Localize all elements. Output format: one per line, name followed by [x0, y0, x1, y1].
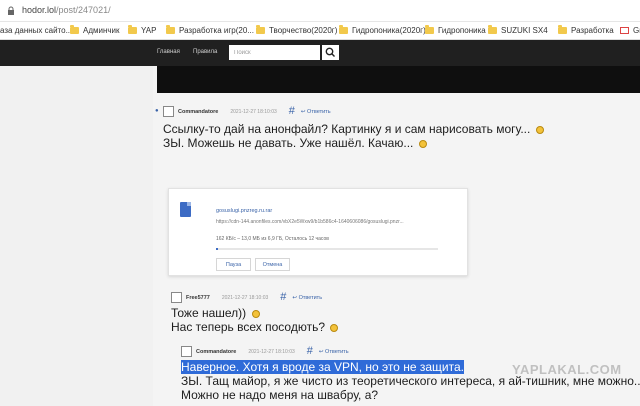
- bookmark-item[interactable]: Разработка игр(20...: [166, 25, 254, 35]
- lock-icon: [8, 6, 14, 15]
- search-input[interactable]: [229, 45, 320, 60]
- bookmark-item[interactable]: Gm: [620, 26, 640, 35]
- permalink-hash[interactable]: #: [307, 346, 313, 357]
- cancel-button[interactable]: Отмена: [255, 258, 290, 271]
- folder-icon: [256, 25, 265, 34]
- reply-link[interactable]: Ответить: [292, 295, 323, 301]
- avatar[interactable]: [181, 346, 192, 357]
- url-text: hodor.lol/post/247021/: [22, 5, 111, 15]
- comment-date: 2021-12-27 18:10:03: [221, 294, 269, 301]
- address-bar[interactable]: hodor.lol/post/247021/: [0, 0, 640, 22]
- folder-icon: [128, 25, 137, 34]
- smile-icon: [330, 323, 339, 332]
- folder-icon: [166, 25, 175, 34]
- avatar[interactable]: [171, 292, 182, 303]
- comment-text: Тоже нашел)): [171, 306, 260, 321]
- reply-link[interactable]: Ответить: [301, 109, 331, 115]
- comment-header: Commandatore 2021-12-27 18:10:03 # Ответ…: [181, 346, 349, 357]
- comment-text: Наверное. Хотя я вроде за VPN, но это не…: [181, 360, 464, 375]
- download-progress-fill: [216, 248, 219, 250]
- bookmark-item[interactable]: Творчество(2020г): [256, 25, 337, 35]
- bookmark-item[interactable]: Гидропоника: [425, 25, 486, 35]
- folder-icon: [339, 25, 348, 34]
- file-icon: [180, 202, 191, 217]
- bookmark-item[interactable]: Разработка: [558, 25, 614, 35]
- download-url: https://cdn-144.anonfiles.com/vbX2e5Wxw9…: [216, 219, 404, 225]
- bookmark-item[interactable]: Админчик: [70, 25, 120, 35]
- download-filename[interactable]: gosuslugi.pnzreg.ru.rar: [216, 208, 272, 214]
- nav-rules-link[interactable]: Правила: [193, 49, 217, 55]
- comment-date: 2021-12-27 18:10:03: [230, 108, 277, 115]
- bookmarks-bar: аза данных сайто... Админчик YAP Разрабо…: [0, 22, 640, 40]
- comment-text: ЗЫ. Можешь не давать. Уже нашёл. Качаю..…: [163, 136, 427, 151]
- comment-author[interactable]: Free5777: [186, 295, 210, 301]
- nav-home-link[interactable]: Главная: [157, 49, 180, 55]
- avatar[interactable]: [163, 106, 174, 117]
- comment-author[interactable]: Commandatore: [178, 109, 218, 115]
- bookmark-item[interactable]: SUZUKI SX4: [488, 25, 548, 35]
- smile-icon: [251, 309, 260, 318]
- comment-date: 2021-12-27 18:10:03: [248, 348, 295, 355]
- site-header: Главная Правила: [0, 40, 640, 66]
- permalink-hash[interactable]: #: [280, 292, 286, 303]
- comment-author[interactable]: Commandatore: [196, 349, 236, 355]
- gmail-icon: [620, 27, 629, 34]
- folder-icon: [425, 25, 434, 34]
- pause-button[interactable]: Пауза: [216, 258, 251, 271]
- search-icon: [325, 47, 335, 57]
- folder-icon: [70, 25, 79, 34]
- folder-icon: [488, 25, 497, 34]
- watermark: YAPLAKAL.COM: [512, 362, 622, 377]
- smile-icon: [535, 125, 544, 134]
- bookmark-item[interactable]: Гидропоника(2020г): [339, 25, 426, 35]
- comment-header: Free5777 2021-12-27 18:10:03 # Ответить: [171, 292, 322, 303]
- folder-icon: [558, 25, 567, 34]
- selected-text: Наверное. Хотя я вроде за VPN, но это не…: [181, 360, 464, 374]
- comment-text: Можно не надо меня на швабру, а?: [181, 388, 379, 402]
- bookmark-item[interactable]: YAP: [128, 25, 156, 35]
- permalink-hash[interactable]: #: [289, 106, 295, 117]
- image-bottom: [157, 66, 640, 93]
- download-status: 162 КБ/с – 13,0 МБ из 6,9 ГБ, Осталось 1…: [216, 236, 329, 242]
- comment-text: Нас теперь всех посодють?: [171, 320, 339, 335]
- search-button[interactable]: [322, 45, 339, 60]
- bookmark-item[interactable]: аза данных сайто...: [0, 26, 72, 35]
- reply-link[interactable]: Ответить: [319, 349, 349, 355]
- download-progress-bar: [216, 248, 438, 250]
- smile-icon: [418, 139, 427, 148]
- collapse-marker[interactable]: ●: [155, 108, 159, 114]
- comment-text: Ссылку-то дай на анонфайл? Картинку я и …: [163, 122, 544, 137]
- download-card: gosuslugi.pnzreg.ru.rar https://cdn-144.…: [168, 188, 468, 276]
- comment-header: Commandatore 2021-12-27 18:10:03 # Ответ…: [163, 106, 331, 117]
